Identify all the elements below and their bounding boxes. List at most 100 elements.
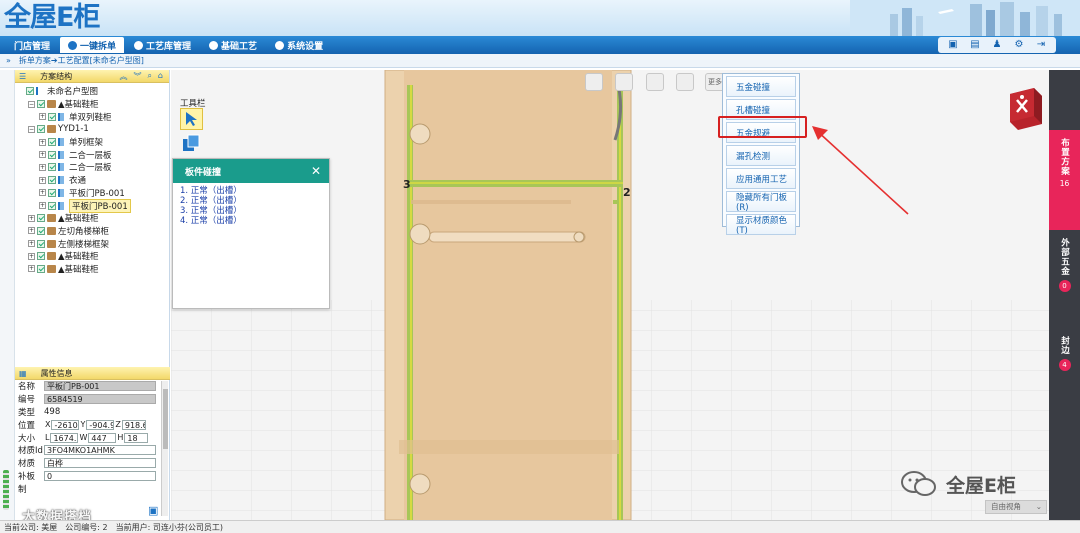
expand-icon[interactable]: +	[39, 151, 46, 159]
tree-checkbox[interactable]	[48, 176, 56, 185]
tree-checkbox[interactable]	[37, 214, 45, 223]
tree-node[interactable]: + ▲基础鞋柜	[17, 250, 169, 263]
collapse-all-icon[interactable]: ︾	[133, 71, 141, 82]
props-scrollbar[interactable]	[161, 381, 168, 516]
list-item[interactable]: 3. 正常（出槽）	[180, 206, 329, 216]
tree-checkbox[interactable]	[37, 264, 45, 273]
view-cube-icon[interactable]	[1004, 86, 1044, 130]
monitor-icon[interactable]: ▣	[946, 39, 960, 51]
tab-external-hardware[interactable]: 外部五金 0	[1049, 230, 1080, 310]
view-grid-icon[interactable]	[615, 73, 633, 91]
tree-node[interactable]: + 单列框架	[17, 136, 169, 149]
scroll-thumb[interactable]	[163, 389, 168, 449]
flash-icon[interactable]	[676, 73, 694, 91]
menu-item-show-material-color[interactable]: 显示材质颜色(T)	[726, 214, 796, 236]
tree-node[interactable]: + 左侧楼梯框架	[17, 237, 169, 250]
collapse-icon[interactable]: −	[28, 100, 35, 108]
document-icon[interactable]: ▤	[968, 39, 982, 51]
tree-node[interactable]: + 衣通	[17, 174, 169, 187]
tree-checkbox[interactable]	[37, 100, 45, 109]
list-item[interactable]: 1. 正常（出槽）	[180, 186, 329, 196]
size-w-field[interactable]: 447	[88, 432, 117, 443]
tree-node[interactable]: + 平板门PB-001	[17, 187, 169, 200]
tree-node[interactable]: − ▲基础鞋柜	[17, 98, 169, 111]
pos-y-field[interactable]: -904.9	[86, 419, 115, 430]
tree-checkbox[interactable]	[48, 112, 56, 121]
tree-checkbox[interactable]	[48, 138, 56, 147]
copy-tool-button[interactable]	[182, 134, 201, 153]
select-tool-button[interactable]	[180, 108, 203, 130]
tree-node[interactable]: + 二合一层板	[17, 148, 169, 161]
tree-checkbox[interactable]	[48, 201, 56, 210]
menu-item-hide-all-doors[interactable]: 隐藏所有门板(R)	[726, 191, 796, 213]
tree-node[interactable]: − YYD1-1	[17, 123, 169, 136]
expand-icon[interactable]: +	[28, 240, 35, 248]
tab-layout-scheme[interactable]: 布置方案 16	[1049, 130, 1080, 230]
menu-item-apply-common-process[interactable]: 应用通用工艺	[726, 168, 796, 189]
fullscreen-icon[interactable]	[646, 73, 664, 91]
tree-checkbox[interactable]	[48, 188, 56, 197]
view-camera-icon[interactable]	[585, 73, 603, 91]
dimension-marker-left: 3	[403, 178, 411, 191]
nav-store-management[interactable]: 门店管理	[6, 37, 58, 53]
tree-checkbox[interactable]	[37, 252, 45, 261]
tab-edge-banding[interactable]: 封边 4	[1049, 328, 1080, 388]
view-mode-select[interactable]: 自由视角 ⌄	[985, 500, 1047, 514]
cabinet-model[interactable]	[384, 70, 632, 520]
double-chevron-right-icon[interactable]: »	[6, 56, 11, 65]
tree-node[interactable]: + ▲基础鞋柜	[17, 212, 169, 225]
expand-icon[interactable]: +	[28, 227, 35, 235]
menu-item-missing-hole-check[interactable]: 漏孔检测	[726, 145, 796, 166]
breadcrumb-text[interactable]: 拆单方案➔工艺配置[未命名户型图]	[19, 55, 144, 66]
gear-icon[interactable]: ⚙	[1012, 39, 1026, 51]
tree-checkbox[interactable]	[37, 125, 45, 134]
tree-node[interactable]: + ▲基础鞋柜	[17, 263, 169, 276]
expand-icon[interactable]: +	[39, 176, 46, 184]
tree-node[interactable]: + 单双列鞋柜	[17, 110, 169, 123]
expand-icon[interactable]: +	[39, 189, 46, 197]
expand-icon[interactable]: +	[28, 265, 35, 273]
search-icon[interactable]: ⌕	[147, 71, 151, 82]
nav-process-library[interactable]: 工艺库管理	[126, 37, 199, 53]
material-field[interactable]: 白桦	[44, 458, 156, 469]
nav-system-settings[interactable]: 系统设置	[267, 37, 331, 53]
home-icon[interactable]: ⌂	[158, 71, 163, 82]
tree-node[interactable]: + 二合一层板	[17, 161, 169, 174]
exit-icon[interactable]: ⇥	[1034, 39, 1048, 51]
flag-icon	[58, 150, 67, 159]
expand-icon[interactable]: +	[39, 202, 46, 210]
expand-icon[interactable]: +	[28, 214, 35, 222]
tree-checkbox[interactable]	[37, 239, 45, 248]
nav-basic-process[interactable]: 基础工艺	[201, 37, 265, 53]
material-id-field[interactable]: 3FO4MKO1AHMK	[44, 445, 156, 456]
tree-node[interactable]: + 左切角楼梯柜	[17, 225, 169, 238]
expand-icon[interactable]: +	[39, 138, 46, 146]
header-toolbar: ▣ ▤ ♟ ⚙ ⇥	[938, 37, 1056, 53]
list-item[interactable]: 2. 正常（出槽）	[180, 196, 329, 206]
save-icon[interactable]: ▣	[148, 504, 158, 517]
size-l-field[interactable]: 1674.3	[50, 432, 79, 443]
size-h-field[interactable]: 18	[124, 432, 149, 443]
patch-field[interactable]: 0	[44, 470, 156, 481]
close-icon[interactable]: ✕	[311, 164, 321, 178]
resize-grip[interactable]	[3, 470, 9, 510]
pos-z-field[interactable]: 918.67	[121, 419, 146, 430]
expand-all-icon[interactable]: ︽	[119, 71, 127, 82]
pos-x-field[interactable]: -2610.	[51, 419, 80, 430]
expand-icon[interactable]: +	[39, 113, 46, 121]
name-field[interactable]: 平板门PB-001	[44, 381, 156, 392]
collapse-icon[interactable]: −	[28, 125, 35, 133]
tree-checkbox[interactable]	[48, 163, 56, 172]
tree-checkbox[interactable]	[37, 226, 45, 235]
expand-icon[interactable]: +	[39, 163, 46, 171]
tree-checkbox[interactable]	[26, 87, 34, 96]
list-item[interactable]: 4. 正常（出槽）	[180, 216, 329, 226]
tree-node[interactable]: + 平板门PB-001	[17, 198, 169, 213]
expand-icon[interactable]: +	[28, 252, 35, 260]
prop-extra-row: 制	[18, 484, 27, 495]
user-icon[interactable]: ♟	[990, 39, 1004, 51]
tree-node[interactable]: 未命名户型图	[17, 85, 169, 98]
nav-one-click-split[interactable]: 一键拆单	[60, 37, 125, 53]
menu-item-hardware-collision[interactable]: 五金碰撞	[726, 76, 796, 97]
tree-checkbox[interactable]	[48, 150, 56, 159]
